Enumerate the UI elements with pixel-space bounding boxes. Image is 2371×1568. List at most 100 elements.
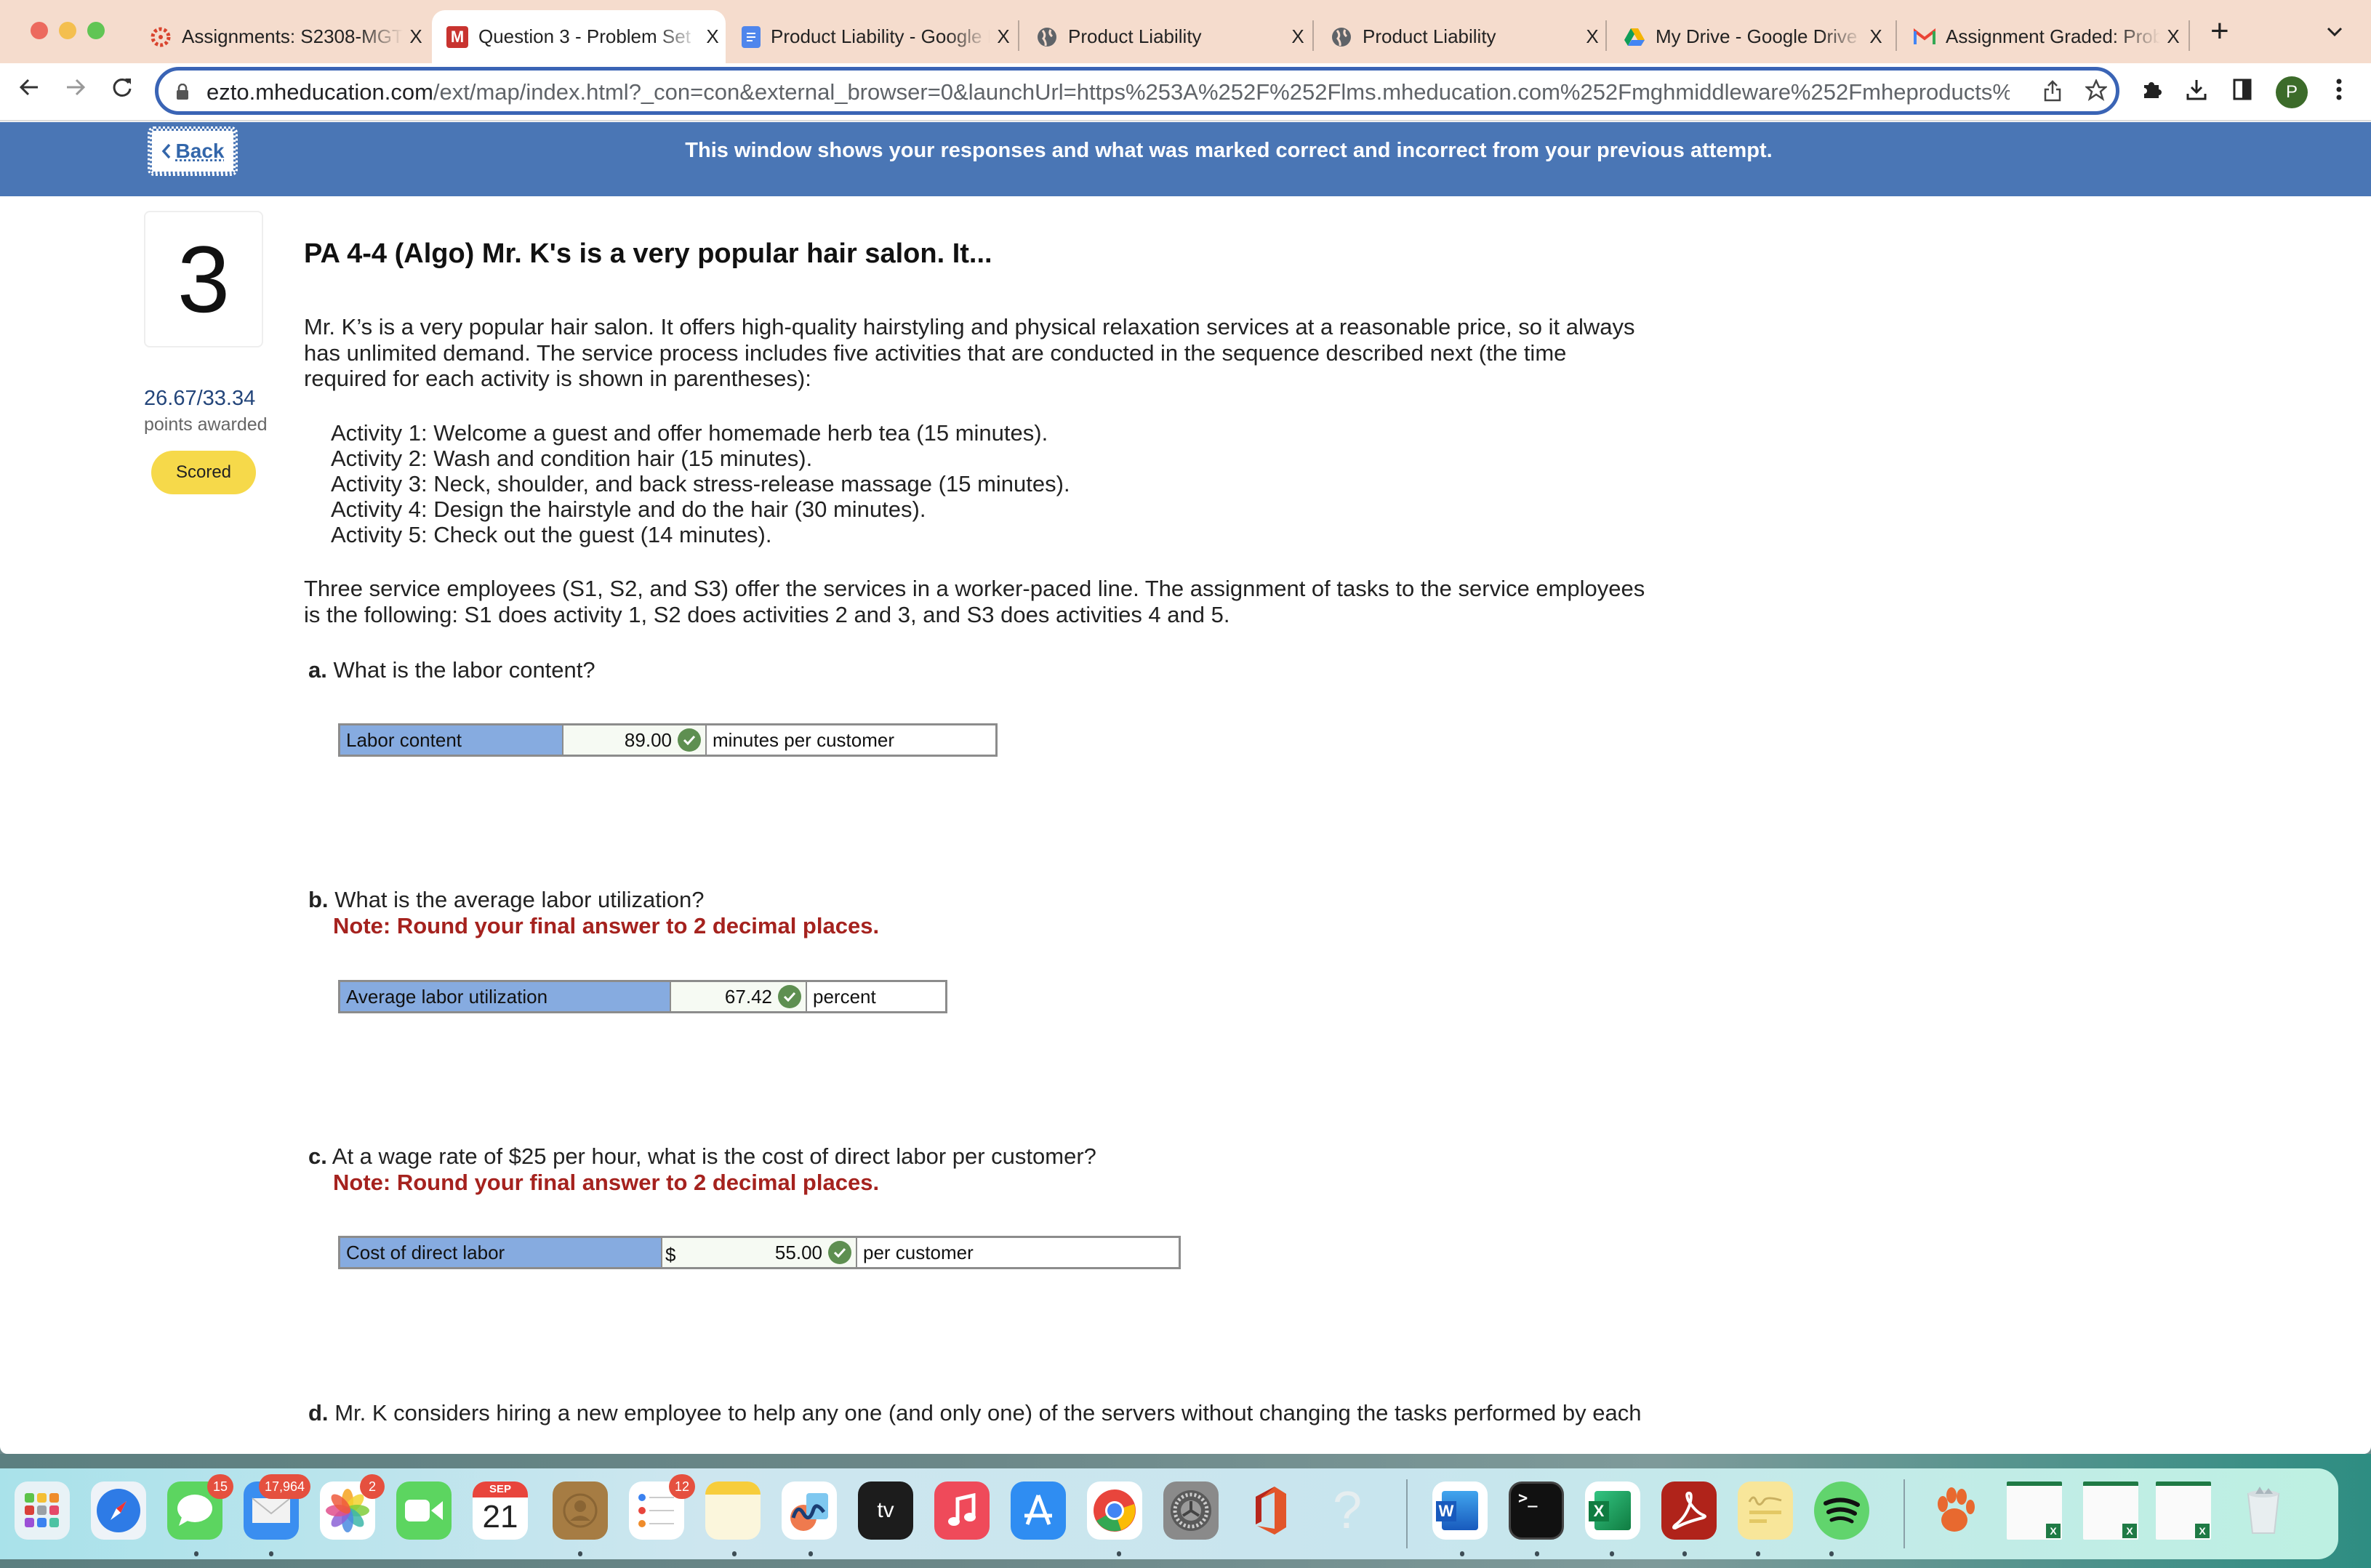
- running-indicator: [1682, 1551, 1687, 1556]
- running-indicator: [269, 1551, 273, 1556]
- notes-icon[interactable]: [705, 1481, 761, 1540]
- address-bar[interactable]: ezto.mheducation.com/ext/map/index.html?…: [155, 67, 2119, 115]
- tab-title: Question 3 - Problem Set: [478, 25, 691, 47]
- excel-file-thumbnail[interactable]: X: [2156, 1481, 2211, 1540]
- excel-file-thumbnail[interactable]: X: [2083, 1481, 2138, 1540]
- answer-label: Average labor utilization: [340, 982, 671, 1011]
- side-panel-icon[interactable]: [2232, 78, 2252, 108]
- clemson-paw-icon[interactable]: [1927, 1481, 1982, 1540]
- close-tab-icon[interactable]: X: [1863, 25, 1889, 48]
- globe-icon: [1036, 26, 1058, 48]
- contacts-icon[interactable]: [553, 1481, 608, 1540]
- terminal-icon[interactable]: >_: [1509, 1481, 1564, 1540]
- system-settings-icon[interactable]: [1163, 1481, 1219, 1540]
- minimize-window-button[interactable]: [59, 22, 76, 39]
- running-indicator: [578, 1551, 582, 1556]
- assignment-line: is the following: S1 does activity 1, S2…: [304, 601, 1230, 627]
- rounding-note: Note: Round your final answer to 2 decim…: [333, 913, 880, 938]
- tab-title: Product Liability: [1363, 25, 1496, 47]
- tab-title: Product Liability: [1068, 25, 1202, 47]
- banner-message: This window shows your responses and wha…: [685, 139, 1773, 162]
- answer-value-field[interactable]: 67.42: [671, 982, 807, 1011]
- tab-search-button[interactable]: [2327, 22, 2343, 42]
- back-arrow-icon[interactable]: [17, 75, 41, 105]
- acrobat-icon[interactable]: [1661, 1481, 1717, 1540]
- excel-icon[interactable]: X: [1585, 1481, 1640, 1540]
- tab-product-liability-2[interactable]: Product Liability X: [1316, 10, 1605, 63]
- more-menu-icon[interactable]: [2335, 78, 2343, 108]
- unknown-app-icon[interactable]: ?: [1320, 1481, 1375, 1540]
- status-badge: Scored: [151, 451, 256, 494]
- running-indicator: [1756, 1551, 1760, 1556]
- intro-paragraph: Mr. K’s is a very popular hair salon. It…: [304, 314, 1671, 392]
- music-icon[interactable]: [934, 1481, 990, 1540]
- tab-title: Assignment Graded: Problem: [1946, 25, 2160, 47]
- answer-label: Cost of direct labor: [340, 1238, 662, 1267]
- safari-icon[interactable]: [91, 1481, 146, 1540]
- tab-question-3[interactable]: M Question 3 - Problem Set X: [432, 10, 726, 63]
- url-text[interactable]: ezto.mheducation.com/ext/map/index.html?…: [206, 79, 2010, 105]
- dock-separator: [1406, 1479, 1408, 1548]
- word-icon[interactable]: W: [1432, 1481, 1488, 1540]
- stickies-icon[interactable]: [1738, 1481, 1793, 1540]
- reminders-badge: 12: [669, 1474, 696, 1499]
- calendar-day: 21: [482, 1499, 518, 1535]
- question-number: 3: [144, 211, 263, 347]
- spotify-icon[interactable]: [1814, 1481, 1869, 1540]
- intro-line: Mr. K’s is a very popular hair salon. It…: [304, 314, 1635, 339]
- tab-gmail[interactable]: Assignment Graded: Problem X: [1899, 10, 2186, 63]
- apple-tv-icon[interactable]: tv: [858, 1481, 913, 1540]
- calendar-icon[interactable]: SEP 21: [473, 1481, 528, 1540]
- part-prompt: Mr. K considers hiring a new employee to…: [334, 1400, 1642, 1426]
- browser-toolbar: ezto.mheducation.com/ext/map/index.html?…: [0, 63, 2371, 121]
- close-tab-icon[interactable]: X: [1285, 25, 1311, 48]
- close-window-button[interactable]: [31, 22, 48, 39]
- reload-icon[interactable]: [111, 75, 134, 105]
- word-letter: W: [1436, 1501, 1456, 1521]
- tab-product-liability-docs[interactable]: Product Liability - Google Docs X: [727, 10, 1016, 63]
- answer-value: 55.00: [774, 1241, 822, 1263]
- close-tab-icon[interactable]: X: [699, 25, 726, 48]
- freeform-icon[interactable]: [782, 1481, 837, 1540]
- running-indicator: [1117, 1551, 1121, 1556]
- new-tab-button[interactable]: +: [2210, 13, 2229, 49]
- answer-value-field[interactable]: $ 55.00: [662, 1238, 857, 1267]
- extensions-icon[interactable]: [2140, 78, 2163, 108]
- browser-window: Assignments: S2308-MGT X M Question 3 - …: [0, 0, 2371, 1454]
- question-title: PA 4-4 (Algo) Mr. K's is a very popular …: [304, 238, 992, 269]
- close-tab-icon[interactable]: X: [1579, 25, 1605, 48]
- answer-row-direct-labor-cost: Cost of direct labor $ 55.00 per custome…: [338, 1236, 1181, 1269]
- answer-value-field[interactable]: 89.00: [563, 725, 707, 755]
- close-tab-icon[interactable]: X: [990, 25, 1016, 48]
- word-tile: W: [1436, 1491, 1478, 1530]
- help-glyph: ?: [1332, 1481, 1363, 1540]
- activity-list: Activity 1: Welcome a guest and offer ho…: [331, 420, 1070, 547]
- launchpad-icon[interactable]: [15, 1481, 70, 1540]
- activity-item: Activity 3: Neck, shoulder, and back str…: [331, 471, 1070, 496]
- facetime-icon[interactable]: [396, 1481, 452, 1540]
- tab-assignments[interactable]: Assignments: S2308-MGT X: [135, 10, 429, 63]
- forward-arrow-icon[interactable]: [64, 75, 87, 105]
- globe-icon: [1331, 26, 1352, 48]
- part-d-prompt: d. Mr. K considers hiring a new employee…: [308, 1400, 1641, 1426]
- microsoft-office-icon[interactable]: [1243, 1481, 1299, 1540]
- tab-separator: [1605, 20, 1607, 51]
- tab-product-liability-1[interactable]: Product Liability X: [1022, 10, 1311, 63]
- close-tab-icon[interactable]: X: [403, 25, 429, 48]
- dock-separator: [1903, 1479, 1905, 1548]
- answer-value: 89.00: [624, 728, 672, 751]
- fullscreen-window-button[interactable]: [87, 22, 105, 39]
- excel-file-thumbnail[interactable]: X: [2007, 1481, 2062, 1540]
- download-icon[interactable]: [2185, 78, 2208, 108]
- bookmark-star-icon[interactable]: [2084, 78, 2109, 107]
- answer-unit: per customer: [857, 1238, 1179, 1267]
- app-store-icon[interactable]: [1011, 1481, 1066, 1540]
- part-prompt: At a wage rate of $25 per hour, what is …: [332, 1143, 1096, 1169]
- profile-avatar[interactable]: P: [2276, 76, 2308, 108]
- trash-icon[interactable]: [2236, 1481, 2291, 1540]
- chrome-icon[interactable]: [1087, 1481, 1142, 1540]
- calendar-month: SEP: [473, 1481, 528, 1497]
- share-icon[interactable]: [2043, 79, 2062, 108]
- tab-google-drive[interactable]: My Drive - Google Drive X: [1609, 10, 1889, 63]
- close-tab-icon[interactable]: X: [2160, 25, 2186, 48]
